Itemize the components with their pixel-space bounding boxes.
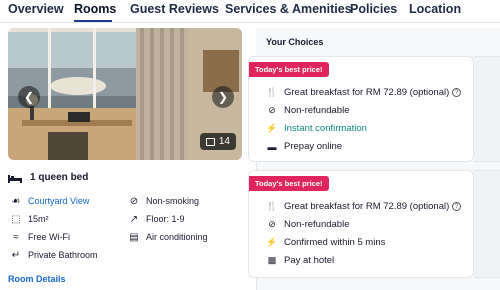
feature-air-conditioning: ▤ Air conditioning bbox=[128, 231, 208, 243]
refund-policy-row: ⊘ Non-refundable bbox=[267, 219, 350, 230]
feature-label: 15m² bbox=[28, 214, 49, 224]
tab-services-amenities[interactable]: Services & Amenities bbox=[225, 2, 352, 16]
non-refundable-icon: ⊘ bbox=[268, 219, 276, 229]
bed-icon bbox=[8, 174, 22, 183]
row-label: Non-refundable bbox=[284, 105, 350, 116]
rate-option-side bbox=[474, 56, 500, 162]
room-details-link[interactable]: Room Details bbox=[8, 274, 66, 284]
chevron-left-icon: ❮ bbox=[23, 90, 35, 104]
tabs-divider bbox=[0, 22, 500, 23]
feature-label: Private Bathroom bbox=[28, 250, 98, 260]
floor-icon: ↗ bbox=[129, 213, 139, 225]
row-label: Prepay online bbox=[284, 141, 343, 152]
payment-row: ▩ Pay at hotel bbox=[267, 255, 334, 266]
confirmation-row: ⚡ Instant confirmation bbox=[266, 123, 367, 134]
lightning-icon: ⚡ bbox=[266, 123, 278, 133]
breakfast-icon: 🍴 bbox=[266, 201, 278, 211]
lightning-icon: ⚡ bbox=[266, 237, 278, 247]
feature-label: Air conditioning bbox=[146, 232, 208, 242]
tab-location[interactable]: Location bbox=[409, 2, 461, 16]
row-label: Great breakfast for RM 72.89 (optional) bbox=[284, 87, 450, 98]
wifi-icon: ≈ bbox=[13, 231, 19, 243]
best-price-badge: Today's best price! bbox=[249, 62, 329, 77]
best-price-badge: Today's best price! bbox=[249, 176, 329, 191]
payment-row: ▬ Prepay online bbox=[267, 141, 343, 152]
feature-bathroom: ↵ Private Bathroom bbox=[10, 249, 98, 261]
hotel-pay-icon: ▩ bbox=[267, 255, 277, 265]
info-icon[interactable]: ? bbox=[452, 88, 461, 97]
choices-title: Your Choices bbox=[266, 37, 324, 47]
no-smoking-icon: ⊘ bbox=[129, 195, 139, 207]
bed-label: 1 queen bed bbox=[30, 172, 89, 183]
top-tab-bar: Overview Rooms Guest Reviews Services & … bbox=[0, 0, 500, 22]
tab-guest-reviews[interactable]: Guest Reviews bbox=[130, 2, 219, 16]
card-icon: ▬ bbox=[267, 141, 277, 152]
choices-panel-header: Your Choices bbox=[256, 28, 500, 58]
breakfast-row: 🍴 Great breakfast for RM 72.89 (optional… bbox=[266, 201, 450, 212]
row-label: Pay at hotel bbox=[284, 255, 335, 266]
feature-label: Courtyard View bbox=[28, 196, 90, 206]
non-refundable-icon: ⊘ bbox=[268, 105, 276, 115]
feature-floor: ↗ Floor: 1-9 bbox=[128, 213, 185, 225]
feature-label: Non-smoking bbox=[146, 196, 200, 206]
photo-count-label: 14 bbox=[218, 136, 230, 147]
photo-next-button[interactable]: ❯ bbox=[212, 86, 234, 108]
feature-label: Free Wi-Fi bbox=[28, 232, 70, 242]
info-icon[interactable]: ? bbox=[452, 202, 461, 211]
gallery-icon bbox=[205, 137, 215, 146]
feature-wifi: ≈ Free Wi-Fi bbox=[10, 231, 70, 243]
room-photo[interactable]: ❮ ❯ 14 bbox=[8, 28, 242, 160]
feature-courtyard-view[interactable]: ☙ Courtyard View bbox=[10, 195, 90, 207]
row-label: Instant confirmation bbox=[284, 123, 367, 134]
bed-info: 1 queen bed bbox=[8, 172, 88, 183]
breakfast-icon: 🍴 bbox=[266, 87, 278, 97]
chevron-right-icon: ❯ bbox=[217, 90, 229, 104]
tab-rooms[interactable]: Rooms bbox=[74, 2, 116, 16]
row-label: Non-refundable bbox=[284, 219, 350, 230]
refund-policy-row: ⊘ Non-refundable bbox=[267, 105, 350, 116]
rate-option-side bbox=[474, 170, 500, 278]
confirmation-row: ⚡ Confirmed within 5 mins bbox=[266, 237, 386, 248]
courtyard-icon: ☙ bbox=[11, 195, 21, 207]
photo-count-badge[interactable]: 14 bbox=[199, 133, 236, 150]
row-label: Confirmed within 5 mins bbox=[284, 237, 386, 248]
feature-area: ⬚ 15m² bbox=[10, 213, 49, 225]
feature-non-smoking: ⊘ Non-smoking bbox=[128, 195, 200, 207]
area-icon: ⬚ bbox=[11, 213, 21, 225]
rate-option-card[interactable]: Today's best price! 🍴 Great breakfast fo… bbox=[248, 170, 474, 278]
breakfast-row: 🍴 Great breakfast for RM 72.89 (optional… bbox=[266, 87, 450, 98]
tab-policies[interactable]: Policies bbox=[350, 2, 397, 16]
rate-option-card[interactable]: Today's best price! 🍴 Great breakfast fo… bbox=[248, 56, 474, 162]
bathroom-icon: ↵ bbox=[11, 249, 21, 261]
row-label: Great breakfast for RM 72.89 (optional) bbox=[284, 201, 450, 212]
ac-icon: ▤ bbox=[129, 231, 139, 243]
photo-prev-button[interactable]: ❮ bbox=[18, 86, 40, 108]
feature-label: Floor: 1-9 bbox=[146, 214, 185, 224]
tab-overview[interactable]: Overview bbox=[8, 2, 64, 16]
